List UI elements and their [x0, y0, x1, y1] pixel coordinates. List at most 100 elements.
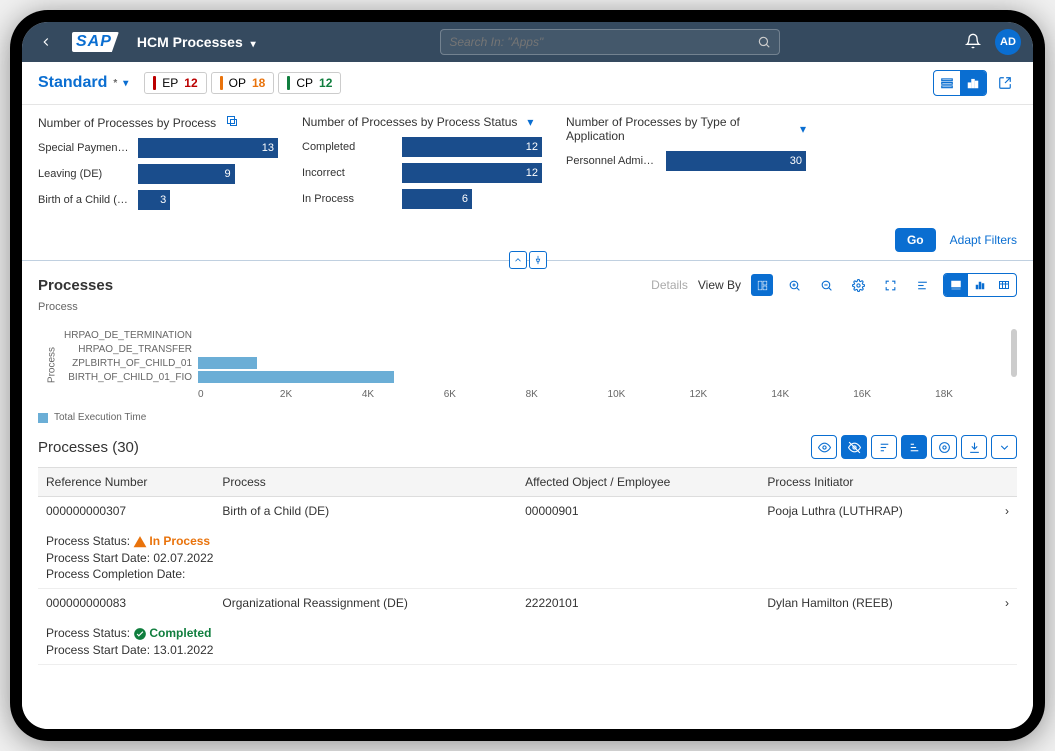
column-header[interactable]: Process: [214, 468, 517, 497]
chart-bar-row[interactable]: ZPLBIRTH_OF_CHILD_01: [38, 357, 1017, 369]
viewby-dimension-button[interactable]: [751, 274, 773, 296]
chip-color-bar: [287, 76, 290, 90]
filter-chart-title: Number of Processes by Process: [38, 115, 278, 130]
collapse-header-button[interactable]: [509, 251, 527, 269]
filter-chip-op[interactable]: OP 18: [211, 72, 275, 94]
x-axis-tick: 4K: [362, 389, 444, 400]
chart-display-segmented[interactable]: [943, 273, 1017, 297]
filter-bar-row[interactable]: Birth of a Child (… 3: [38, 190, 278, 210]
adapt-filters-link[interactable]: Adapt Filters: [950, 233, 1017, 247]
chart-subtitle: Process: [38, 301, 1017, 313]
filter-view-toggle[interactable]: [934, 71, 960, 95]
status-badge: Completed: [149, 626, 211, 640]
chart-bar-toggle[interactable]: [968, 274, 992, 296]
cell-object-link[interactable]: 22220101: [517, 588, 759, 617]
group-asc-button[interactable]: [871, 435, 897, 459]
zoom-out-button[interactable]: [815, 274, 837, 296]
search-input[interactable]: [449, 35, 757, 49]
export-button[interactable]: [961, 435, 987, 459]
filter-chip-cp[interactable]: CP 12: [278, 72, 341, 94]
hide-details-button[interactable]: [841, 435, 867, 459]
cell-process: Organizational Reassignment (DE): [214, 588, 517, 617]
column-header[interactable]: Process Initiator: [759, 468, 987, 497]
export-menu-button[interactable]: [991, 435, 1017, 459]
filter-bar: 6: [402, 189, 472, 209]
chart-bar: [198, 371, 394, 383]
search-icon: [757, 35, 771, 49]
variant-selector[interactable]: Standard* ▾: [38, 74, 128, 92]
filter-bar-row[interactable]: Personnel Admi… 30: [566, 151, 806, 171]
chart-section-title: Processes: [38, 277, 113, 294]
filter-bar-label: Completed: [302, 141, 402, 153]
row-nav-icon[interactable]: ›: [987, 497, 1017, 526]
filter-bar-row[interactable]: Leaving (DE) 9: [38, 164, 278, 184]
chart-bar-row[interactable]: HRPAO_DE_TRANSFER: [38, 343, 1017, 355]
filter-bar-label: Special Paymen…: [38, 142, 138, 154]
table-row[interactable]: 000000000083 Organizational Reassignment…: [38, 588, 1017, 617]
search-field[interactable]: [440, 29, 780, 55]
fullscreen-button[interactable]: [879, 274, 901, 296]
chart-bar-row[interactable]: HRPAO_DE_TERMINATION: [38, 329, 1017, 341]
table-settings-button[interactable]: [931, 435, 957, 459]
filter-bar-label: In Process: [302, 193, 402, 205]
sap-logo: SAP: [72, 32, 119, 52]
chart-bar-row[interactable]: BIRTH_OF_CHILD_01_FIO: [38, 371, 1017, 383]
column-header[interactable]: Reference Number: [38, 468, 214, 497]
filter-chart: Number of Processes by Type of Applicati…: [566, 115, 806, 216]
filter-chip-ep[interactable]: EP 12: [144, 72, 206, 94]
filter-bar: 13: [138, 138, 278, 158]
column-header[interactable]: Affected Object / Employee: [517, 468, 759, 497]
filter-bar-label: Birth of a Child (…: [38, 194, 138, 206]
chip-color-bar: [153, 76, 156, 90]
row-nav-icon[interactable]: ›: [987, 588, 1017, 617]
cell-initiator: Dylan Hamilton (REEB): [759, 588, 987, 617]
group-desc-button[interactable]: [901, 435, 927, 459]
settings-button[interactable]: [847, 274, 869, 296]
view-segmented[interactable]: [933, 70, 987, 96]
pin-header-button[interactable]: [529, 251, 547, 269]
filter-bar-label: Personnel Admi…: [566, 155, 666, 167]
variant-name: Standard: [38, 74, 107, 92]
app-title-text: HCM Processes: [137, 34, 243, 50]
chart-bar-label: HRPAO_DE_TERMINATION: [38, 330, 198, 341]
shell-header: SAP HCM Processes ▾ AD: [22, 22, 1033, 62]
process-chart: Process HRPAO_DE_TERMINATION HRPAO_DE_TR…: [38, 329, 1017, 400]
chip-color-bar: [220, 76, 223, 90]
chart-bar-label: HRPAO_DE_TRANSFER: [38, 344, 198, 355]
share-button[interactable]: [993, 71, 1017, 95]
filter-bar-row[interactable]: In Process 6: [302, 189, 542, 209]
chart-scrollbar[interactable]: [1011, 329, 1017, 377]
go-button[interactable]: Go: [895, 228, 936, 252]
cell-initiator: Pooja Luthra (LUTHRAP): [759, 497, 987, 526]
x-axis-tick: 16K: [853, 389, 935, 400]
expand-filter-icon[interactable]: [226, 115, 238, 130]
zoom-in-button[interactable]: [783, 274, 805, 296]
legend-button[interactable]: [911, 274, 933, 296]
x-axis-tick: 0: [198, 389, 280, 400]
expand-filter-icon[interactable]: ▾: [800, 122, 806, 136]
filter-bar-row[interactable]: Incorrect 12: [302, 163, 542, 183]
filter-bar: 9: [138, 164, 235, 184]
expand-filter-icon[interactable]: ▾: [527, 115, 533, 129]
filter-bar: 3: [138, 190, 170, 210]
chart-only-toggle[interactable]: [944, 274, 968, 296]
show-details-button[interactable]: [811, 435, 837, 459]
chart-legend: Total Execution Time: [38, 412, 1017, 423]
x-axis-tick: 6K: [444, 389, 526, 400]
filter-bar-label: Incorrect: [302, 167, 402, 179]
chip-label: OP: [229, 76, 246, 90]
chart-table-toggle[interactable]: [992, 274, 1016, 296]
table-row[interactable]: 000000000307 Birth of a Child (DE) 00000…: [38, 497, 1017, 526]
chip-value: 12: [184, 76, 197, 90]
cell-object-link[interactable]: 00000901: [517, 497, 759, 526]
column-header[interactable]: [987, 468, 1017, 497]
notifications-button[interactable]: [965, 33, 981, 52]
back-button[interactable]: [34, 30, 58, 54]
app-title[interactable]: HCM Processes ▾: [137, 34, 256, 50]
chart-bar: [198, 357, 257, 369]
filter-bar-row[interactable]: Special Paymen… 13: [38, 138, 278, 158]
filter-bar-label: Leaving (DE): [38, 168, 138, 180]
filter-bar-row[interactable]: Completed 12: [302, 137, 542, 157]
chart-view-toggle[interactable]: [960, 71, 986, 95]
user-avatar[interactable]: AD: [995, 29, 1021, 55]
